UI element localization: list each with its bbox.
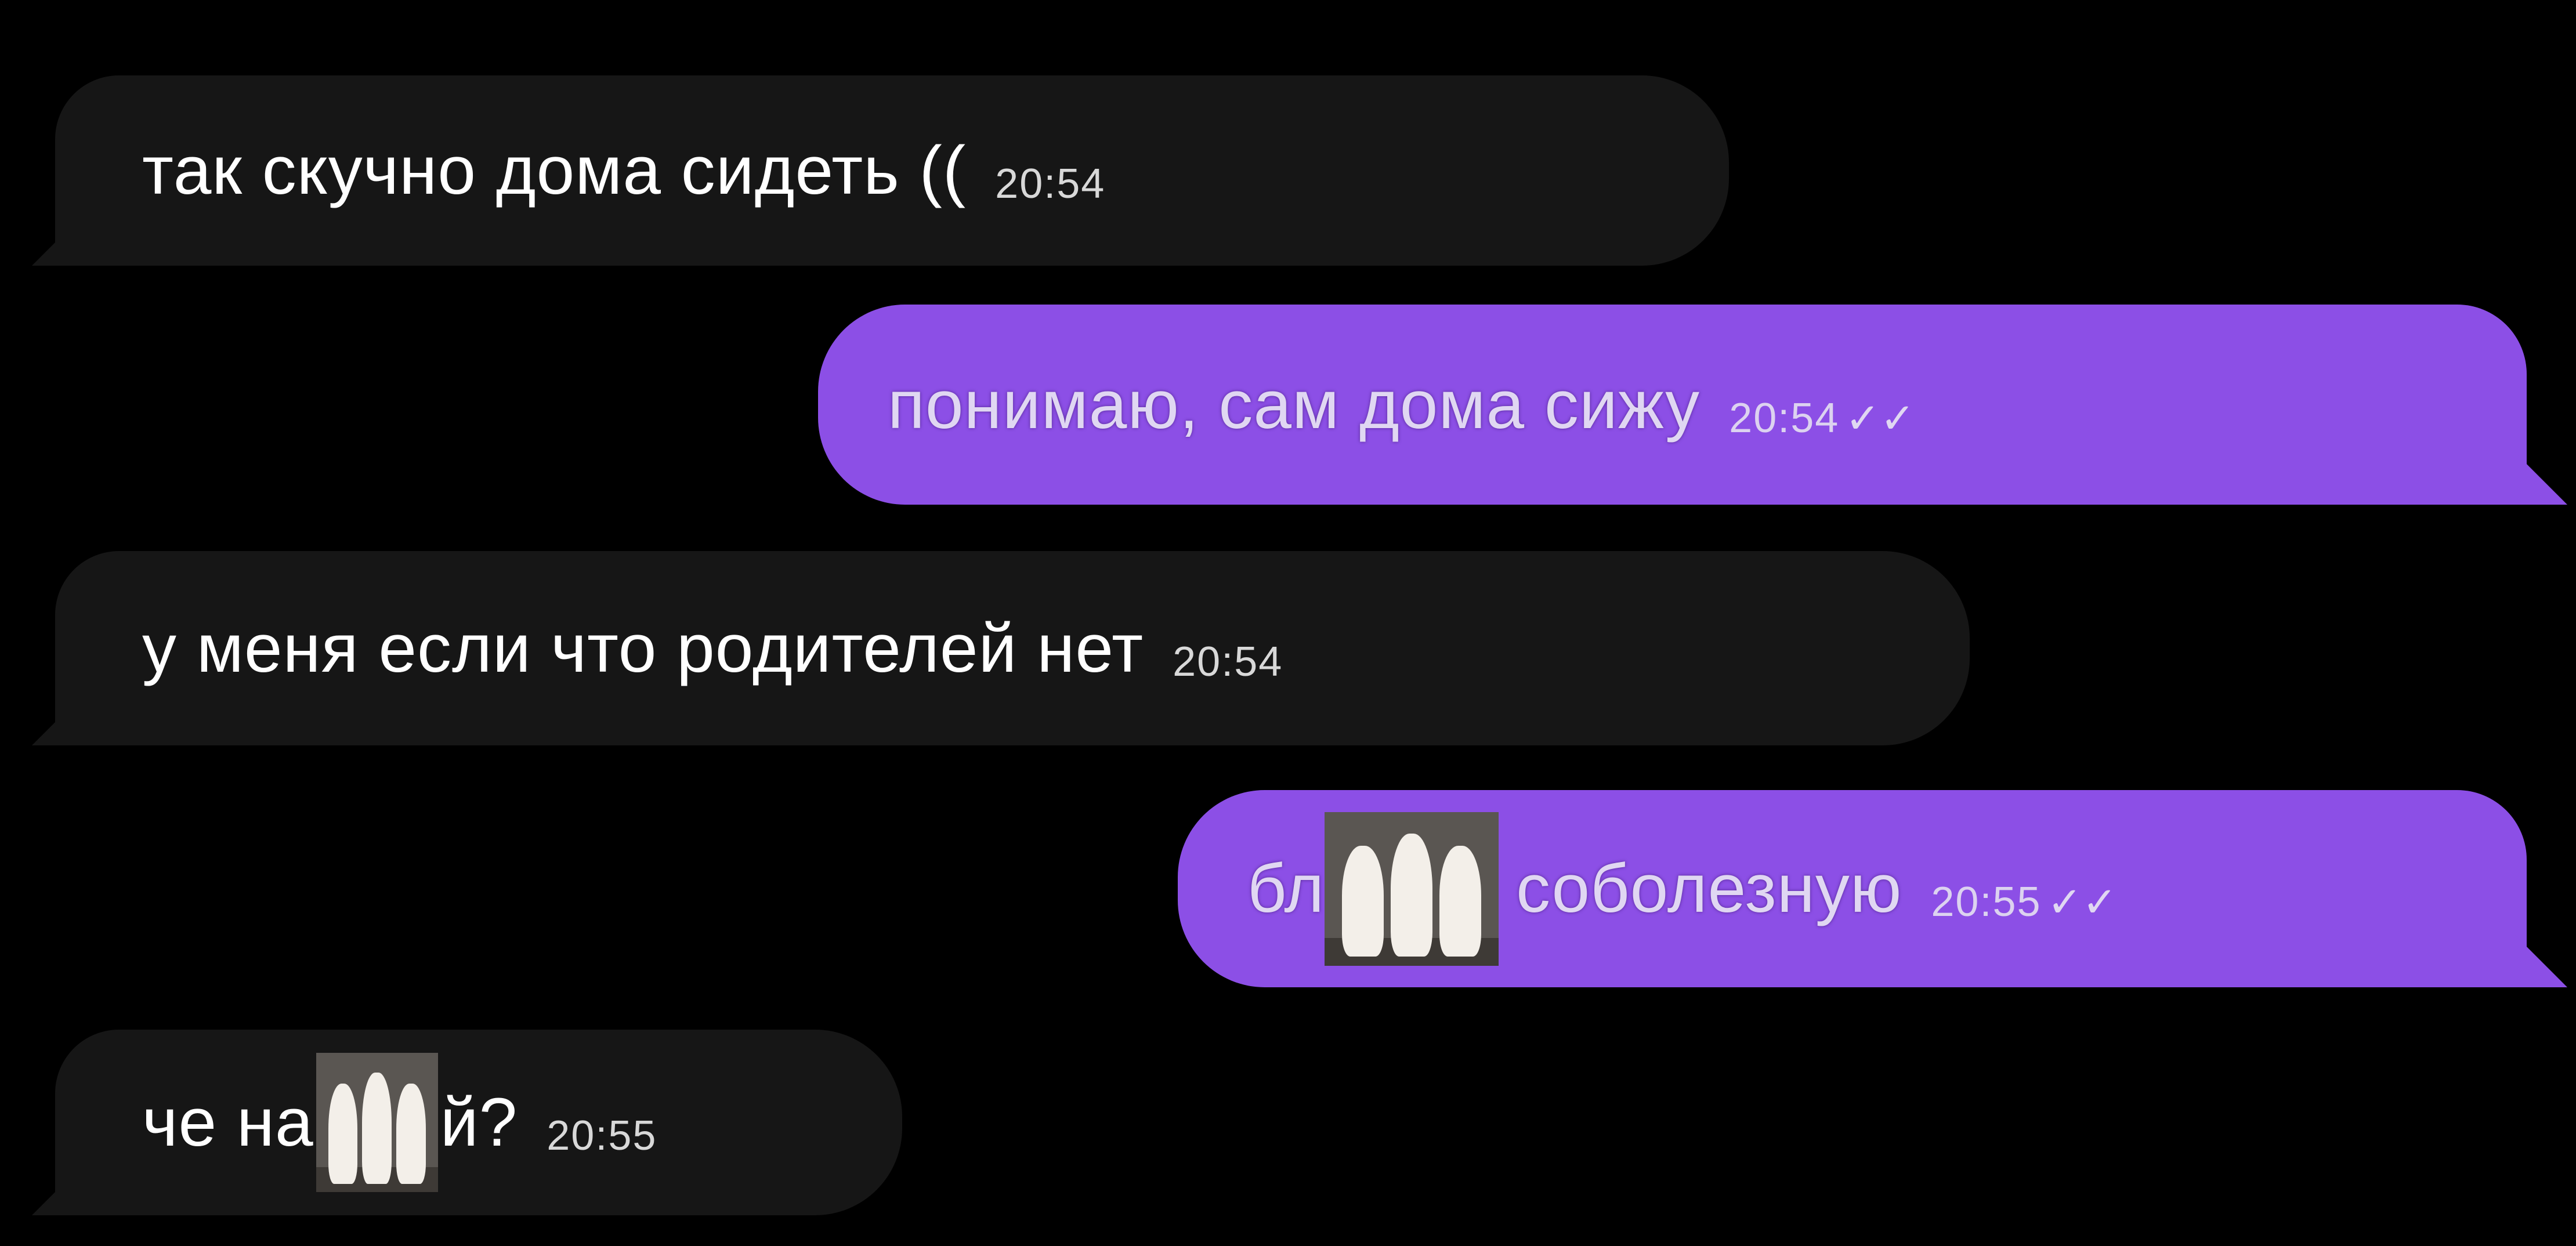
message-text-part: бл	[1247, 850, 1325, 927]
message-text: понимаю, сам дома сижу	[888, 366, 1701, 443]
message-text: так скучно дома сидеть ((	[142, 132, 967, 209]
cat-icon	[1439, 845, 1482, 957]
message-time: 20:55	[1931, 879, 2042, 925]
incoming-message[interactable]: так скучно дома сидеть (( 20:54	[55, 75, 1729, 266]
message-text-part: й?	[440, 1084, 518, 1161]
message-time: 20:55	[547, 1113, 657, 1159]
chat-conversation: так скучно дома сидеть (( 20:54 понимаю,…	[0, 0, 2576, 1246]
cat-icon	[1342, 845, 1384, 957]
cat-icon	[1391, 833, 1433, 957]
cat-icon	[328, 1083, 358, 1184]
message-time: 20:54	[1729, 394, 1840, 441]
read-receipt-icon: ✓✓	[1845, 395, 1915, 442]
message-text: бл соболезную	[1247, 812, 1902, 966]
message-text-part: че на	[142, 1084, 314, 1161]
read-receipt-icon: ✓✓	[2047, 879, 2118, 926]
dancing-cats-sticker[interactable]	[316, 1053, 438, 1192]
dancing-cats-sticker[interactable]	[1325, 812, 1499, 966]
outgoing-message[interactable]: понимаю, сам дома сижу 20:54 ✓✓	[818, 305, 2527, 505]
incoming-message[interactable]: у меня если что родителей нет 20:54	[55, 551, 1970, 745]
cat-icon	[362, 1072, 392, 1184]
cat-icon	[396, 1083, 426, 1184]
message-text-part: соболезную	[1516, 850, 1902, 927]
incoming-message[interactable]: че на й? 20:55	[55, 1030, 902, 1215]
message-text: у меня если что родителей нет	[142, 610, 1144, 687]
message-text: че на й?	[142, 1053, 518, 1192]
outgoing-message[interactable]: бл соболезную 20:55 ✓✓	[1178, 790, 2527, 987]
message-time: 20:54	[1173, 638, 1283, 685]
message-time: 20:54	[995, 161, 1106, 207]
